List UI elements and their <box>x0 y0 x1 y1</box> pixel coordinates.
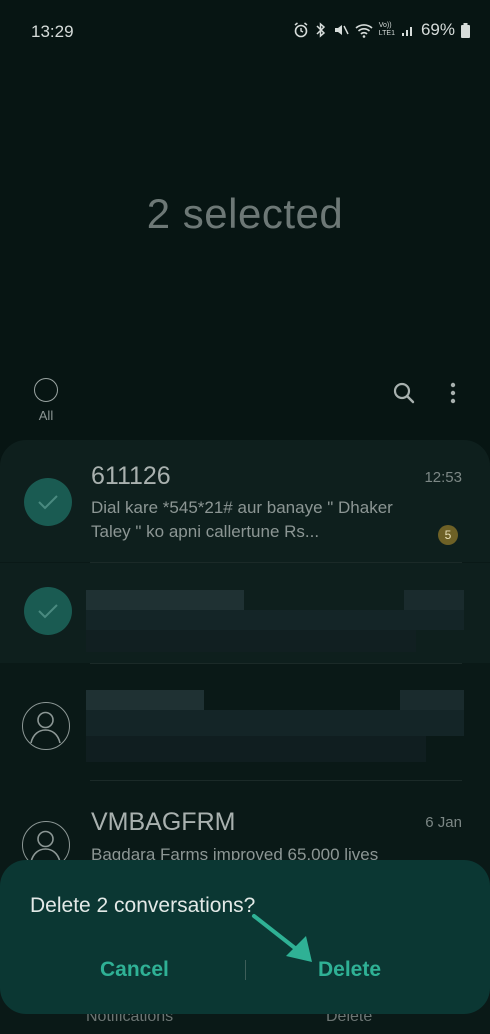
delete-button[interactable]: Delete <box>318 958 381 982</box>
conversation-time: 6 Jan <box>425 814 462 831</box>
dialog-button-divider <box>245 960 246 980</box>
pointer-arrow-icon <box>250 912 320 973</box>
status-time: 13:29 <box>31 22 74 41</box>
status-icons: Vo)) LTE1 69% <box>293 20 470 40</box>
conversation-row[interactable] <box>0 664 490 780</box>
volte-icon: Vo)) LTE1 <box>379 22 395 38</box>
wifi-icon <box>355 23 373 38</box>
alarm-icon <box>293 22 309 38</box>
status-bar: 13:29 Vo)) LTE1 69% <box>0 0 490 60</box>
battery-percent: 69% <box>420 20 455 39</box>
delete-confirm-dialog: Delete 2 conversations? Cancel Delete <box>0 860 490 1014</box>
lte-label: LTE1 <box>378 30 395 37</box>
select-all-label: All <box>38 408 54 423</box>
conversation-preview: Dial kare *545*21# aur banaye " Dhaker T… <box>91 498 393 541</box>
selected-check-icon[interactable] <box>24 587 72 635</box>
dialog-message: Delete 2 conversations? <box>30 894 256 917</box>
mute-icon <box>333 22 349 38</box>
more-options-icon[interactable] <box>448 381 458 410</box>
volte-label: Vo)) <box>378 22 392 29</box>
select-all-checkbox[interactable]: All <box>32 378 60 423</box>
battery-icon <box>461 22 470 38</box>
signal-icon <box>401 23 415 37</box>
search-icon[interactable] <box>392 381 416 410</box>
select-all-circle-icon <box>34 378 58 402</box>
conversation-time: 12:53 <box>424 469 462 486</box>
selected-check-icon[interactable] <box>24 478 72 526</box>
unread-badge: 5 <box>438 525 458 545</box>
conversation-row[interactable] <box>0 563 490 663</box>
page-title: 2 selected <box>146 190 344 237</box>
bluetooth-icon <box>315 22 327 38</box>
conversation-name: 611126 <box>91 462 171 490</box>
conversation-name: VMBAGFRM <box>91 808 236 836</box>
contact-avatar-icon <box>22 702 70 750</box>
conversation-row[interactable]: 611126 12:53 Dial kare *545*21# aur bana… <box>0 440 490 562</box>
cancel-button[interactable]: Cancel <box>100 958 169 982</box>
